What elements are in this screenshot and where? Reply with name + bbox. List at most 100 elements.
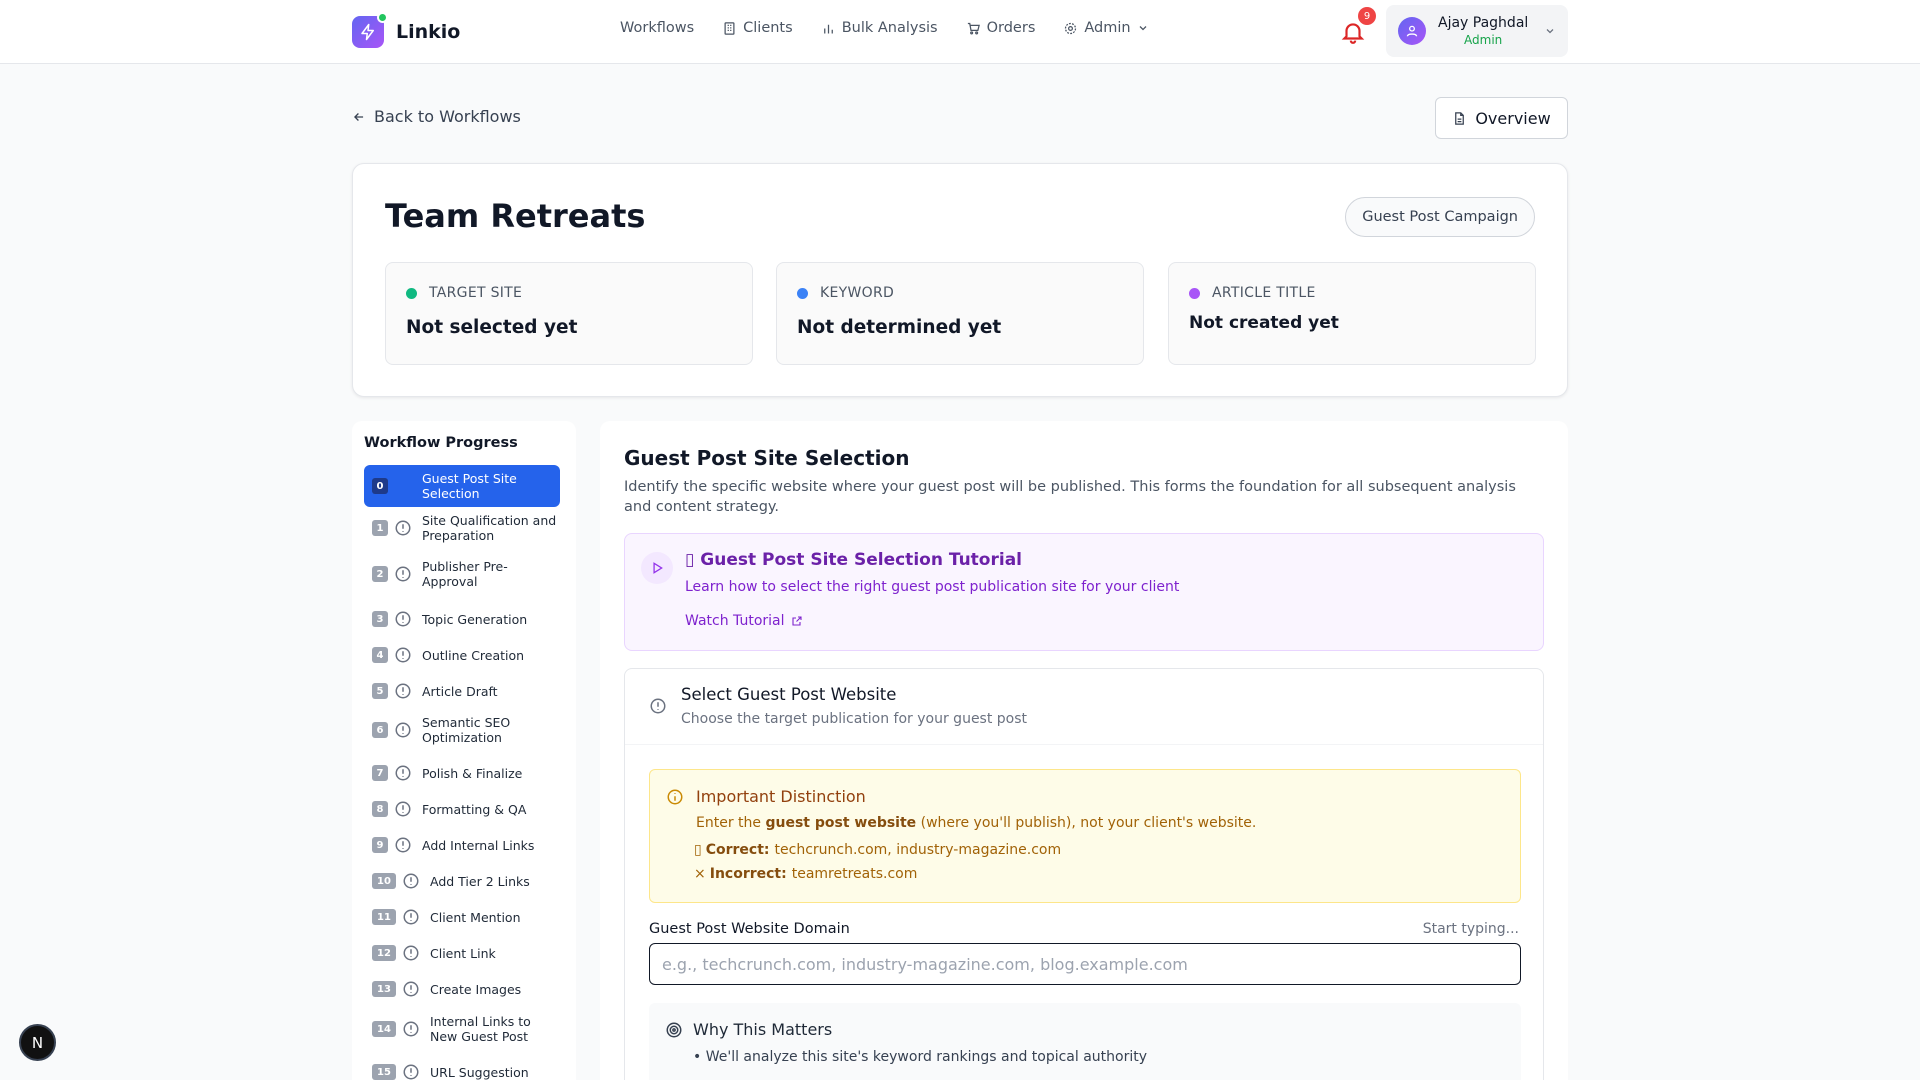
step-label: Topic Generation	[422, 611, 528, 627]
step-2[interactable]: 2 Publisher Pre-Approval	[364, 559, 560, 589]
step-10[interactable]: 10 Add Tier 2 Links	[364, 872, 560, 890]
keyword-box: KEYWORD Not determined yet	[776, 262, 1144, 365]
status-dot	[406, 287, 417, 299]
why-item: • We'll analyze this site's keyword rank…	[693, 1049, 1148, 1065]
guest-post-domain-input[interactable]	[649, 943, 1521, 985]
tutorial-title-text: Guest Post Site Selection Tutorial	[700, 550, 1022, 570]
nav-clients[interactable]: Clients	[722, 20, 793, 36]
step-number: 14	[372, 1021, 396, 1037]
document-icon	[1455, 111, 1465, 125]
step-11[interactable]: 11 Client Mention	[364, 908, 560, 926]
nav-bulk-analysis-label: Bulk Analysis	[841, 20, 938, 36]
overview-button[interactable]: Overview	[1435, 97, 1568, 139]
step-number: 7	[372, 765, 388, 781]
important-distinction-alert: Important Distinction Enter the guest po…	[649, 769, 1521, 903]
incorrect-example: × Incorrect: teamretreats.com	[694, 866, 917, 882]
step-label: Publisher Pre-Approval	[422, 559, 508, 589]
step-8[interactable]: 8 Formatting & QA	[364, 800, 560, 818]
step-5[interactable]: 5 Article Draft	[364, 682, 560, 700]
pending-icon	[650, 698, 666, 714]
step-3[interactable]: 3 Topic Generation	[364, 610, 560, 628]
avatar	[1398, 17, 1426, 45]
pending-icon	[403, 873, 419, 889]
building-icon	[724, 21, 735, 35]
pending-icon	[395, 611, 411, 627]
step-number: 12	[372, 945, 396, 961]
user-menu[interactable]: Ajay Paghdal Admin	[1386, 5, 1568, 57]
alert-title: Important Distinction	[696, 787, 866, 806]
chevron-down-icon	[1139, 26, 1147, 31]
tutorial-title: ▯ Guest Post Site Selection Tutorial	[685, 550, 1022, 570]
logo[interactable]: Linkio	[352, 12, 460, 48]
user-name: Ajay Paghdal	[1438, 15, 1529, 31]
nav-admin[interactable]: Admin	[1063, 20, 1148, 36]
step-7[interactable]: 7 Polish & Finalize	[364, 764, 560, 782]
notification-count: 9	[1358, 7, 1376, 25]
pending-icon	[403, 1021, 419, 1037]
arrow-left-icon	[354, 112, 364, 121]
alert-text-before: Enter the	[696, 815, 762, 831]
pending-icon	[395, 837, 411, 853]
step-title: Guest Post Site Selection	[624, 446, 910, 470]
step-label: Site Qualification and Preparation	[422, 513, 557, 543]
step-6[interactable]: 6 Semantic SEO Optimization	[364, 715, 560, 745]
step-0[interactable]: 0 Guest Post Site Selection	[364, 465, 560, 507]
nav-orders-label: Orders	[986, 20, 1036, 36]
x-icon: ×	[694, 866, 706, 882]
bar-chart-icon	[823, 24, 833, 33]
pending-icon	[395, 683, 411, 699]
step-number: 15	[372, 1064, 396, 1080]
back-label: Back to Workflows	[374, 107, 521, 126]
step-label: Add Tier 2 Links	[430, 873, 530, 889]
nav-bulk-analysis[interactable]: Bulk Analysis	[821, 20, 938, 36]
step-description: Identify the specific website where your…	[624, 479, 1516, 515]
step-label: Guest Post Site Selection	[422, 471, 517, 501]
step-4[interactable]: 4 Outline Creation	[364, 646, 560, 664]
play-icon[interactable]	[641, 552, 673, 584]
alert-text: Enter the guest post website (where you'…	[696, 815, 1256, 831]
step-label: Outline Creation	[422, 647, 525, 663]
article-title-box: ARTICLE TITLE Not created yet	[1168, 262, 1536, 365]
pending-icon	[403, 981, 419, 997]
campaign-type-badge: Guest Post Campaign	[1345, 197, 1535, 237]
step-content-panel: Guest Post Site Selection Identify the s…	[600, 421, 1568, 1080]
step-number: 3	[372, 611, 388, 627]
step-number: 9	[372, 837, 388, 853]
nav-workflows[interactable]: Workflows	[620, 20, 694, 36]
target-site-value: Not selected yet	[406, 317, 578, 338]
back-to-workflows-link[interactable]: Back to Workflows	[352, 107, 521, 126]
step-15[interactable]: 15 URL Suggestion	[364, 1063, 560, 1080]
chevron-down-icon	[1546, 29, 1554, 34]
target-site-label: TARGET SITE	[429, 285, 523, 301]
article-title-value: Not created yet	[1189, 313, 1339, 333]
watch-tutorial-link[interactable]: Watch Tutorial	[685, 613, 803, 629]
step-label: Formatting & QA	[422, 801, 527, 817]
card-title: Select Guest Post Website	[681, 685, 897, 704]
overview-label: Overview	[1475, 108, 1551, 128]
pending-icon	[403, 1064, 419, 1080]
step-label: Polish & Finalize	[422, 765, 523, 781]
step-12[interactable]: 12 Client Link	[364, 944, 560, 962]
pending-icon	[395, 722, 411, 738]
dev-tools-badge[interactable]: N	[19, 1024, 56, 1061]
step-1[interactable]: 1 Site Qualification and Preparation	[364, 513, 560, 543]
pending-icon	[403, 909, 419, 925]
step-14[interactable]: 14 Internal Links to New Guest Post	[364, 1014, 560, 1044]
watch-tutorial-label: Watch Tutorial	[685, 613, 785, 629]
logo-icon	[352, 12, 388, 48]
nav-orders[interactable]: Orders	[966, 20, 1036, 36]
info-icon	[667, 789, 683, 805]
step-number: 4	[372, 647, 388, 663]
step-13[interactable]: 13 Create Images	[364, 980, 560, 998]
step-label: URL Suggestion	[430, 1064, 529, 1080]
incorrect-value: teamretreats.com	[791, 866, 918, 882]
pending-icon	[403, 945, 419, 961]
page-title: Team Retreats	[385, 197, 646, 235]
select-website-card: Select Guest Post Website Choose the tar…	[624, 668, 1544, 1080]
external-link-icon	[791, 616, 802, 626]
pending-icon	[395, 647, 411, 663]
nav-clients-label: Clients	[743, 20, 793, 36]
step-number: 1	[372, 520, 388, 536]
keyword-label: KEYWORD	[820, 285, 895, 301]
step-9[interactable]: 9 Add Internal Links	[364, 836, 560, 854]
